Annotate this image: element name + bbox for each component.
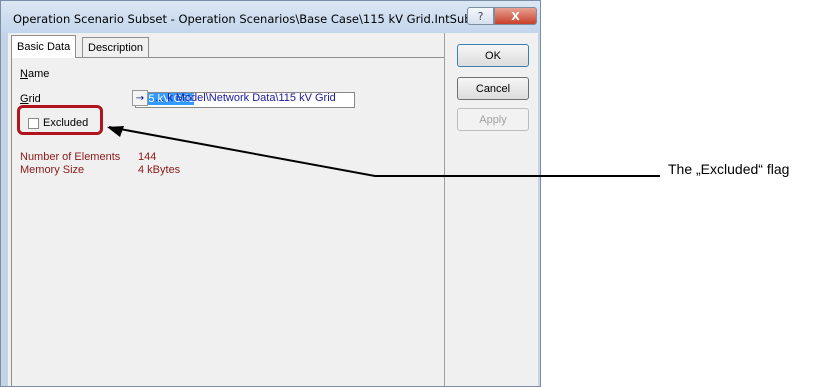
arrow-head — [107, 126, 124, 137]
tab-basic-data-label: Basic Data — [17, 41, 71, 53]
annotation-arrow — [107, 126, 660, 177]
annotation-label: The „Excluded“ flag — [668, 161, 790, 177]
arrow-line — [108, 126, 660, 177]
tab-basic-data[interactable]: Basic Data — [11, 35, 77, 58]
